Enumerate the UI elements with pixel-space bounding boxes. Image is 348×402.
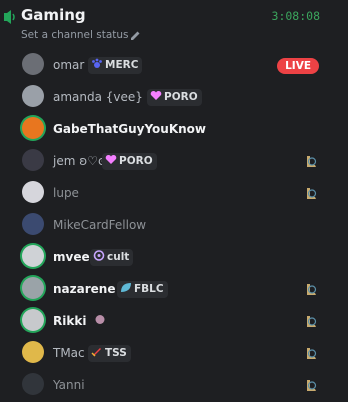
username[interactable]: jem ʚ♡ɞ [53, 154, 106, 168]
server-tag-label: cult [107, 251, 130, 263]
paw-icon [92, 58, 102, 68]
voice-user-row[interactable]: lupe [0, 178, 330, 208]
username[interactable]: Yanni [53, 378, 85, 392]
leaf-icon [121, 283, 131, 292]
server-tag-badge[interactable]: cult [90, 249, 134, 266]
username[interactable]: TMac [53, 346, 85, 360]
avatar[interactable] [22, 245, 44, 267]
sword-icon [91, 348, 101, 357]
server-tag-label: PORO [164, 91, 198, 103]
avatar[interactable] [22, 213, 44, 235]
league-icon[interactable] [305, 347, 317, 360]
avatar[interactable] [22, 309, 44, 331]
server-tag-label: TSS [105, 347, 127, 359]
server-tag-label: FBLC [134, 283, 164, 295]
avatar[interactable] [22, 373, 44, 395]
heart-icon [150, 90, 162, 100]
pencil-icon[interactable] [130, 30, 141, 41]
avatar[interactable] [22, 53, 44, 75]
league-icon[interactable] [305, 379, 317, 392]
set-channel-status-link[interactable]: Set a channel status [21, 29, 129, 41]
server-tag-badge[interactable]: TSS [88, 345, 131, 362]
channel-name[interactable]: Gaming [21, 6, 86, 24]
voice-user-row[interactable]: GabeThatGuyYouKnow [0, 114, 330, 144]
username[interactable]: omar [53, 58, 84, 72]
league-icon[interactable] [305, 283, 317, 296]
username[interactable]: GabeThatGuyYouKnow [53, 122, 206, 136]
avatar[interactable] [22, 117, 44, 139]
swirl-icon [93, 250, 105, 261]
avatar[interactable] [22, 341, 44, 363]
server-tag-badge[interactable]: FBLC [117, 281, 168, 298]
avatar[interactable] [22, 85, 44, 107]
voice-connected-icon [4, 10, 15, 24]
voice-channel-header: Gaming 3:08:08 Set a channel status [0, 0, 348, 46]
voice-user-row[interactable]: nazarene FBLC [0, 274, 330, 304]
server-tag-label: MERC [105, 59, 139, 71]
league-icon[interactable] [305, 315, 317, 328]
voice-user-row[interactable]: Rikki [0, 306, 330, 336]
username[interactable]: lupe [53, 186, 79, 200]
orb-icon [95, 315, 105, 324]
voice-user-row[interactable]: Yanni [0, 370, 330, 400]
call-timer: 3:08:08 [271, 9, 320, 23]
username[interactable]: MikeCardFellow [53, 218, 146, 232]
avatar[interactable] [22, 181, 44, 203]
voice-user-row[interactable]: mvee cult [0, 242, 330, 272]
heart-icon [105, 154, 117, 164]
voice-user-row[interactable]: amanda {vee} PORO [0, 82, 330, 112]
voice-user-row[interactable]: omar MERC LIVE [0, 50, 330, 80]
server-tag-label: PORO [119, 155, 153, 167]
avatar[interactable] [22, 277, 44, 299]
live-badge[interactable]: LIVE [277, 58, 319, 74]
voice-user-row[interactable]: jem ʚ♡ɞ PORO [0, 146, 330, 176]
server-tag-badge[interactable]: PORO [102, 153, 157, 170]
voice-user-row[interactable]: TMac TSS [0, 338, 330, 368]
username[interactable]: nazarene [53, 282, 115, 296]
username[interactable]: amanda {vee} [53, 90, 143, 104]
server-tag-badge[interactable] [94, 313, 108, 330]
avatar[interactable] [22, 149, 44, 171]
username[interactable]: mvee [53, 250, 90, 264]
server-tag-badge[interactable]: PORO [147, 89, 202, 106]
league-icon[interactable] [305, 155, 317, 168]
username[interactable]: Rikki [53, 314, 86, 328]
server-tag-badge[interactable]: MERC [88, 57, 143, 74]
league-icon[interactable] [305, 187, 317, 200]
voice-user-row[interactable]: MikeCardFellow [0, 210, 330, 240]
